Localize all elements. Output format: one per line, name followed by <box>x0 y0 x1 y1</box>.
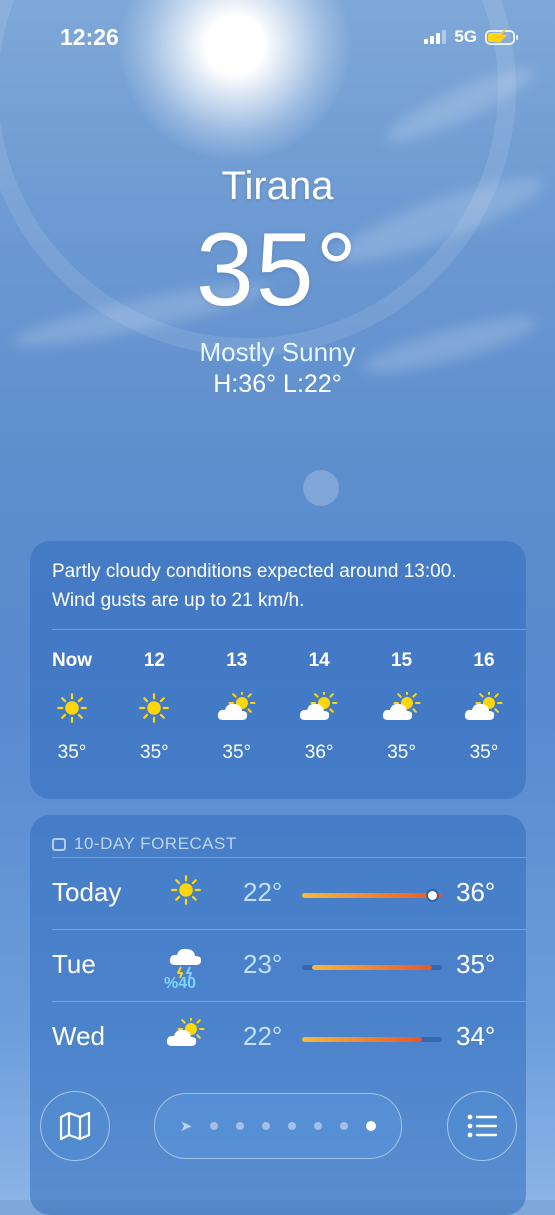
page-dot[interactable] <box>262 1122 271 1130</box>
network-label: 5G <box>454 27 477 46</box>
hourly-item[interactable]: 15 35° <box>372 650 432 764</box>
sun-icon <box>124 678 184 738</box>
forecast-low: 22° <box>243 877 283 907</box>
current-weather: Tirana 35° Mostly Sunny H:36° L:22° <box>0 160 555 399</box>
forecast-day: Tue <box>52 949 96 979</box>
temperature-range-track <box>302 1037 442 1042</box>
sun-icon <box>165 869 207 911</box>
location-arrow-icon: ➤ <box>179 1118 193 1135</box>
page-dot[interactable] <box>340 1122 349 1130</box>
forecast-title: 10-DAY FORECAST <box>74 834 237 853</box>
hour-label: 13 <box>226 650 248 671</box>
signal-icon <box>424 30 447 44</box>
forecast-day: Today <box>52 877 122 907</box>
partly-cloudy-icon <box>289 678 349 738</box>
hourly-item[interactable]: 12 35° <box>124 650 184 764</box>
city-list-button[interactable] <box>447 1091 517 1161</box>
sun-icon <box>42 678 102 738</box>
forecast-list[interactable]: Today 22° 36° Tue %40 23° 35° Wed 22° 34… <box>30 857 526 1073</box>
temperature-range-bar <box>302 893 442 898</box>
hour-temperature: 35° <box>387 742 416 763</box>
current-temp-dot <box>428 891 437 900</box>
hour-label: 16 <box>473 650 495 671</box>
page-dot[interactable] <box>366 1121 377 1131</box>
partly-cloudy-icon <box>165 1013 207 1055</box>
temperature-range-track <box>302 891 442 900</box>
status-bar: 12:26 5G ⚡ <box>0 24 555 54</box>
hour-temperature: 35° <box>469 742 499 763</box>
forecast-row[interactable]: Tue %40 23° 35° <box>30 929 526 1001</box>
page-dot[interactable] <box>288 1122 297 1130</box>
forecast-low: 22° <box>243 1021 283 1051</box>
page-dot[interactable] <box>210 1122 219 1130</box>
temperature-range-track <box>302 965 442 970</box>
hour-temperature: 35° <box>222 742 252 763</box>
partly-cloudy-icon <box>207 678 267 738</box>
current-temperature: 35° <box>195 212 360 328</box>
hour-label: 15 <box>390 650 413 671</box>
temperature-range-bar <box>302 1037 422 1042</box>
divider <box>52 929 526 930</box>
condition-text: Mostly Sunny <box>199 337 356 367</box>
status-time: 12:26 <box>60 24 119 50</box>
charging-bolt-icon: ⚡ <box>493 27 511 44</box>
partly-cloudy-icon <box>454 678 514 738</box>
forecast-row[interactable]: Wed 22° 34° <box>30 1001 526 1073</box>
page-indicator[interactable]: ➤ <box>154 1093 402 1159</box>
forecast-row[interactable]: Today 22° 36° <box>30 857 526 929</box>
hourly-item[interactable]: 16 35° <box>454 650 514 764</box>
calendar-icon <box>52 837 66 851</box>
hourly-summary: Partly cloudy conditions expected around… <box>52 561 457 611</box>
hourly-item[interactable]: Now 35° <box>42 650 102 764</box>
hour-temperature: 35° <box>57 742 87 763</box>
forecast-day: Wed <box>52 1021 105 1051</box>
high-low-text: H:36° L:22° <box>213 370 342 398</box>
city-name: Tirana <box>221 164 334 208</box>
map-icon <box>59 1111 91 1141</box>
page-dot[interactable] <box>236 1122 245 1130</box>
map-button[interactable] <box>40 1091 110 1161</box>
list-icon <box>467 1114 498 1138</box>
hourly-item[interactable]: 13 35° <box>207 650 267 764</box>
hour-label: Now <box>51 650 93 671</box>
hourly-item[interactable]: 14 36° <box>289 650 349 764</box>
hourly-forecast-card[interactable]: Partly cloudy conditions expected around… <box>30 541 526 799</box>
forecast-low: 23° <box>243 949 283 979</box>
partly-cloudy-icon <box>372 678 432 738</box>
forecast-high: 34° <box>456 1021 496 1051</box>
divider <box>52 1001 526 1002</box>
lens-flare <box>303 470 339 506</box>
page-dot[interactable] <box>314 1122 323 1130</box>
hour-temperature: 35° <box>140 742 169 763</box>
hour-label: 12 <box>143 650 165 671</box>
temperature-range-bar <box>312 965 432 970</box>
hourly-list[interactable]: Now 35° 12 35° 13 35° 14 36° 15 35° 16 35° <box>30 630 526 764</box>
hour-label: 14 <box>308 650 330 671</box>
divider <box>52 857 526 858</box>
precipitation-chance: %40 <box>164 975 197 992</box>
battery-icon: ⚡ <box>485 27 518 45</box>
forecast-high: 35° <box>456 949 496 979</box>
forecast-high: 36° <box>456 877 496 907</box>
hour-temperature: 36° <box>304 742 334 763</box>
